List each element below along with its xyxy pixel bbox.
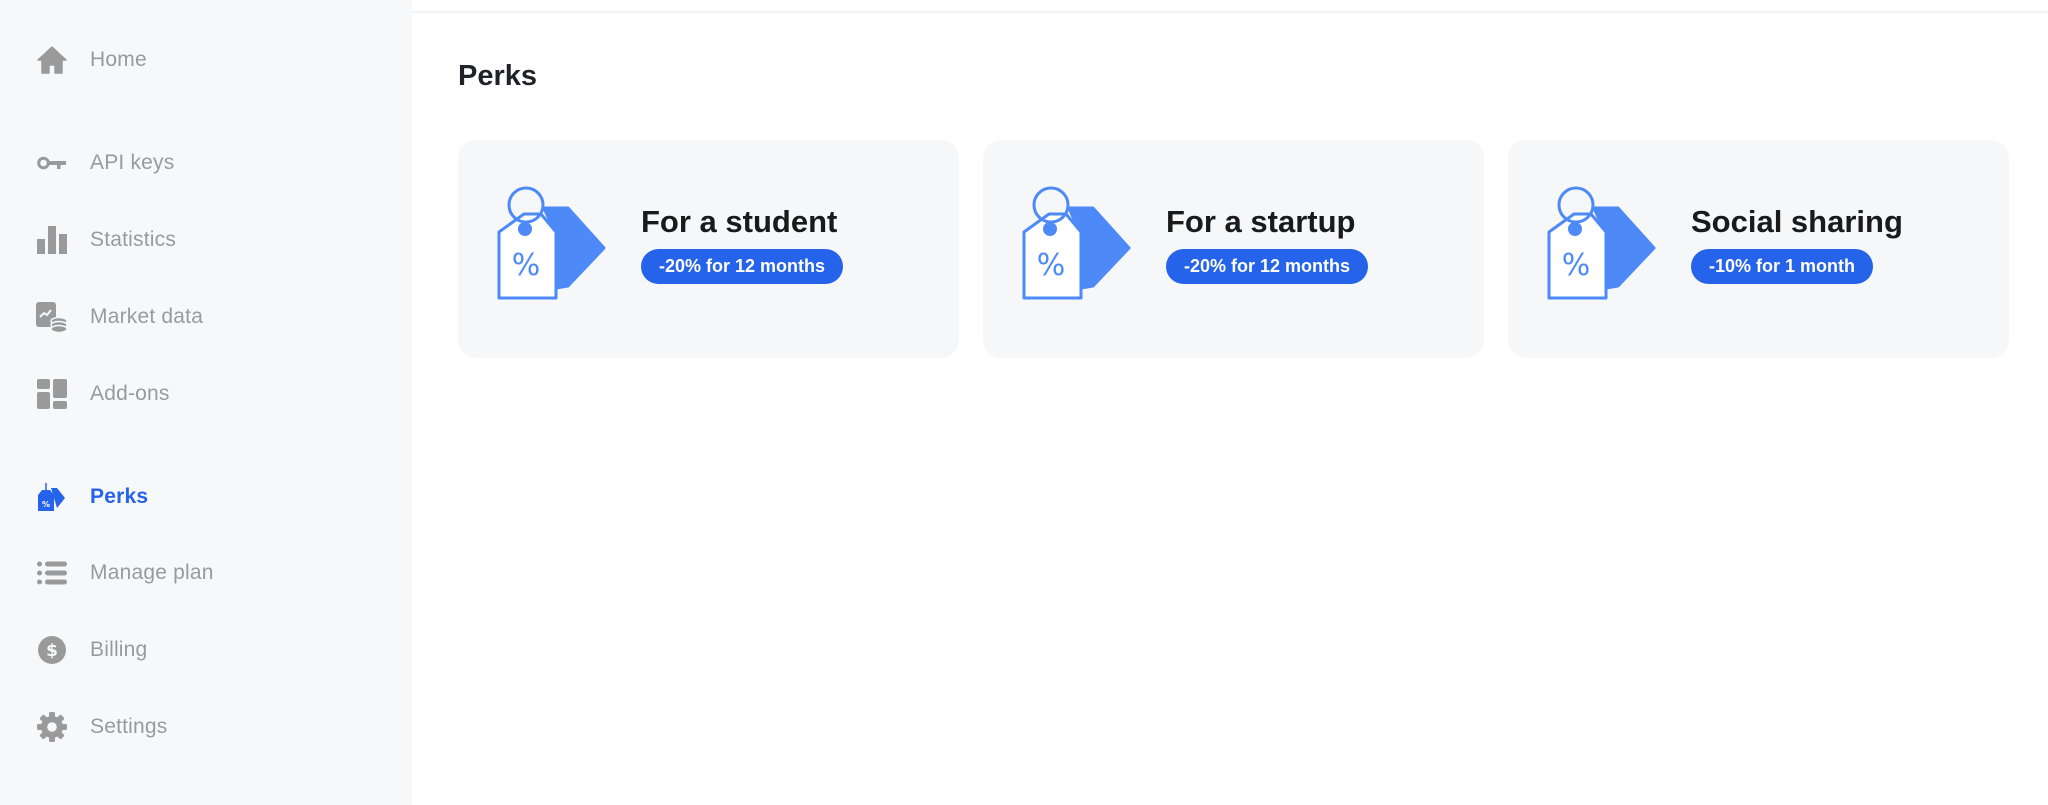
sidebar: Home API keys Statistics Market data Add (0, 0, 412, 805)
sidebar-item-market-data[interactable]: Market data (36, 297, 203, 337)
market-data-icon (36, 301, 68, 333)
perk-title: For a startup (1166, 204, 1356, 239)
key-icon (36, 147, 68, 179)
discount-badge: -20% for 12 months (1166, 249, 1369, 284)
perk-card-startup[interactable]: % For a startup -20% for 12 months (983, 140, 1484, 358)
svg-text:%: % (1562, 248, 1591, 283)
top-bar (412, 0, 2048, 13)
perk-title: Social sharing (1691, 204, 1903, 239)
perks-list: % For a student -20% for 12 months % For… (458, 140, 2009, 358)
page-title: Perks (458, 60, 538, 92)
sidebar-item-label: API keys (90, 151, 175, 174)
main-content: Perks % For a student -20% for 12 months (412, 0, 2048, 805)
discount-badge: -20% for 12 months (641, 249, 844, 284)
price-tag-icon: % (496, 186, 608, 304)
dollar-icon: $ (36, 634, 68, 666)
svg-text:%: % (1037, 248, 1066, 283)
sidebar-item-settings[interactable]: Settings (36, 707, 167, 747)
sidebar-item-label: Billing (90, 638, 148, 661)
sidebar-item-label: Settings (90, 715, 168, 738)
bar-chart-icon (36, 224, 68, 256)
perk-title: For a student (641, 204, 838, 239)
sidebar-item-label: Add-ons (90, 382, 170, 405)
list-icon (36, 557, 68, 589)
discount-badge: -10% for 1 month (1691, 249, 1874, 284)
app: Home API keys Statistics Market data Add (0, 0, 2048, 805)
sidebar-item-label: Market data (90, 305, 204, 328)
sidebar-item-label: Home (90, 48, 147, 71)
sidebar-item-label: Statistics (90, 228, 177, 251)
price-tag-icon: % (36, 481, 68, 513)
perk-card-social-sharing[interactable]: % Social sharing -10% for 1 month (1508, 140, 2009, 358)
home-icon (36, 44, 68, 76)
sidebar-item-statistics[interactable]: Statistics (36, 220, 176, 260)
sidebar-item-label: Manage plan (90, 561, 214, 584)
sidebar-item-perks[interactable]: % Perks (36, 477, 148, 517)
sidebar-item-manage-plan[interactable]: Manage plan (36, 553, 214, 593)
perk-card-student[interactable]: % For a student -20% for 12 months (458, 140, 959, 358)
sidebar-item-billing[interactable]: $ Billing (36, 630, 147, 670)
gear-icon (36, 711, 68, 743)
dashboard-icon (36, 378, 68, 410)
price-tag-icon: % (1021, 186, 1133, 304)
svg-text:%: % (42, 500, 50, 509)
svg-text:%: % (512, 248, 541, 283)
sidebar-item-label: Perks (90, 485, 149, 508)
sidebar-item-api-keys[interactable]: API keys (36, 143, 174, 183)
price-tag-icon: % (1546, 186, 1658, 304)
sidebar-item-home[interactable]: Home (36, 40, 147, 80)
sidebar-item-add-ons[interactable]: Add-ons (36, 374, 170, 414)
svg-text:$: $ (46, 641, 58, 661)
